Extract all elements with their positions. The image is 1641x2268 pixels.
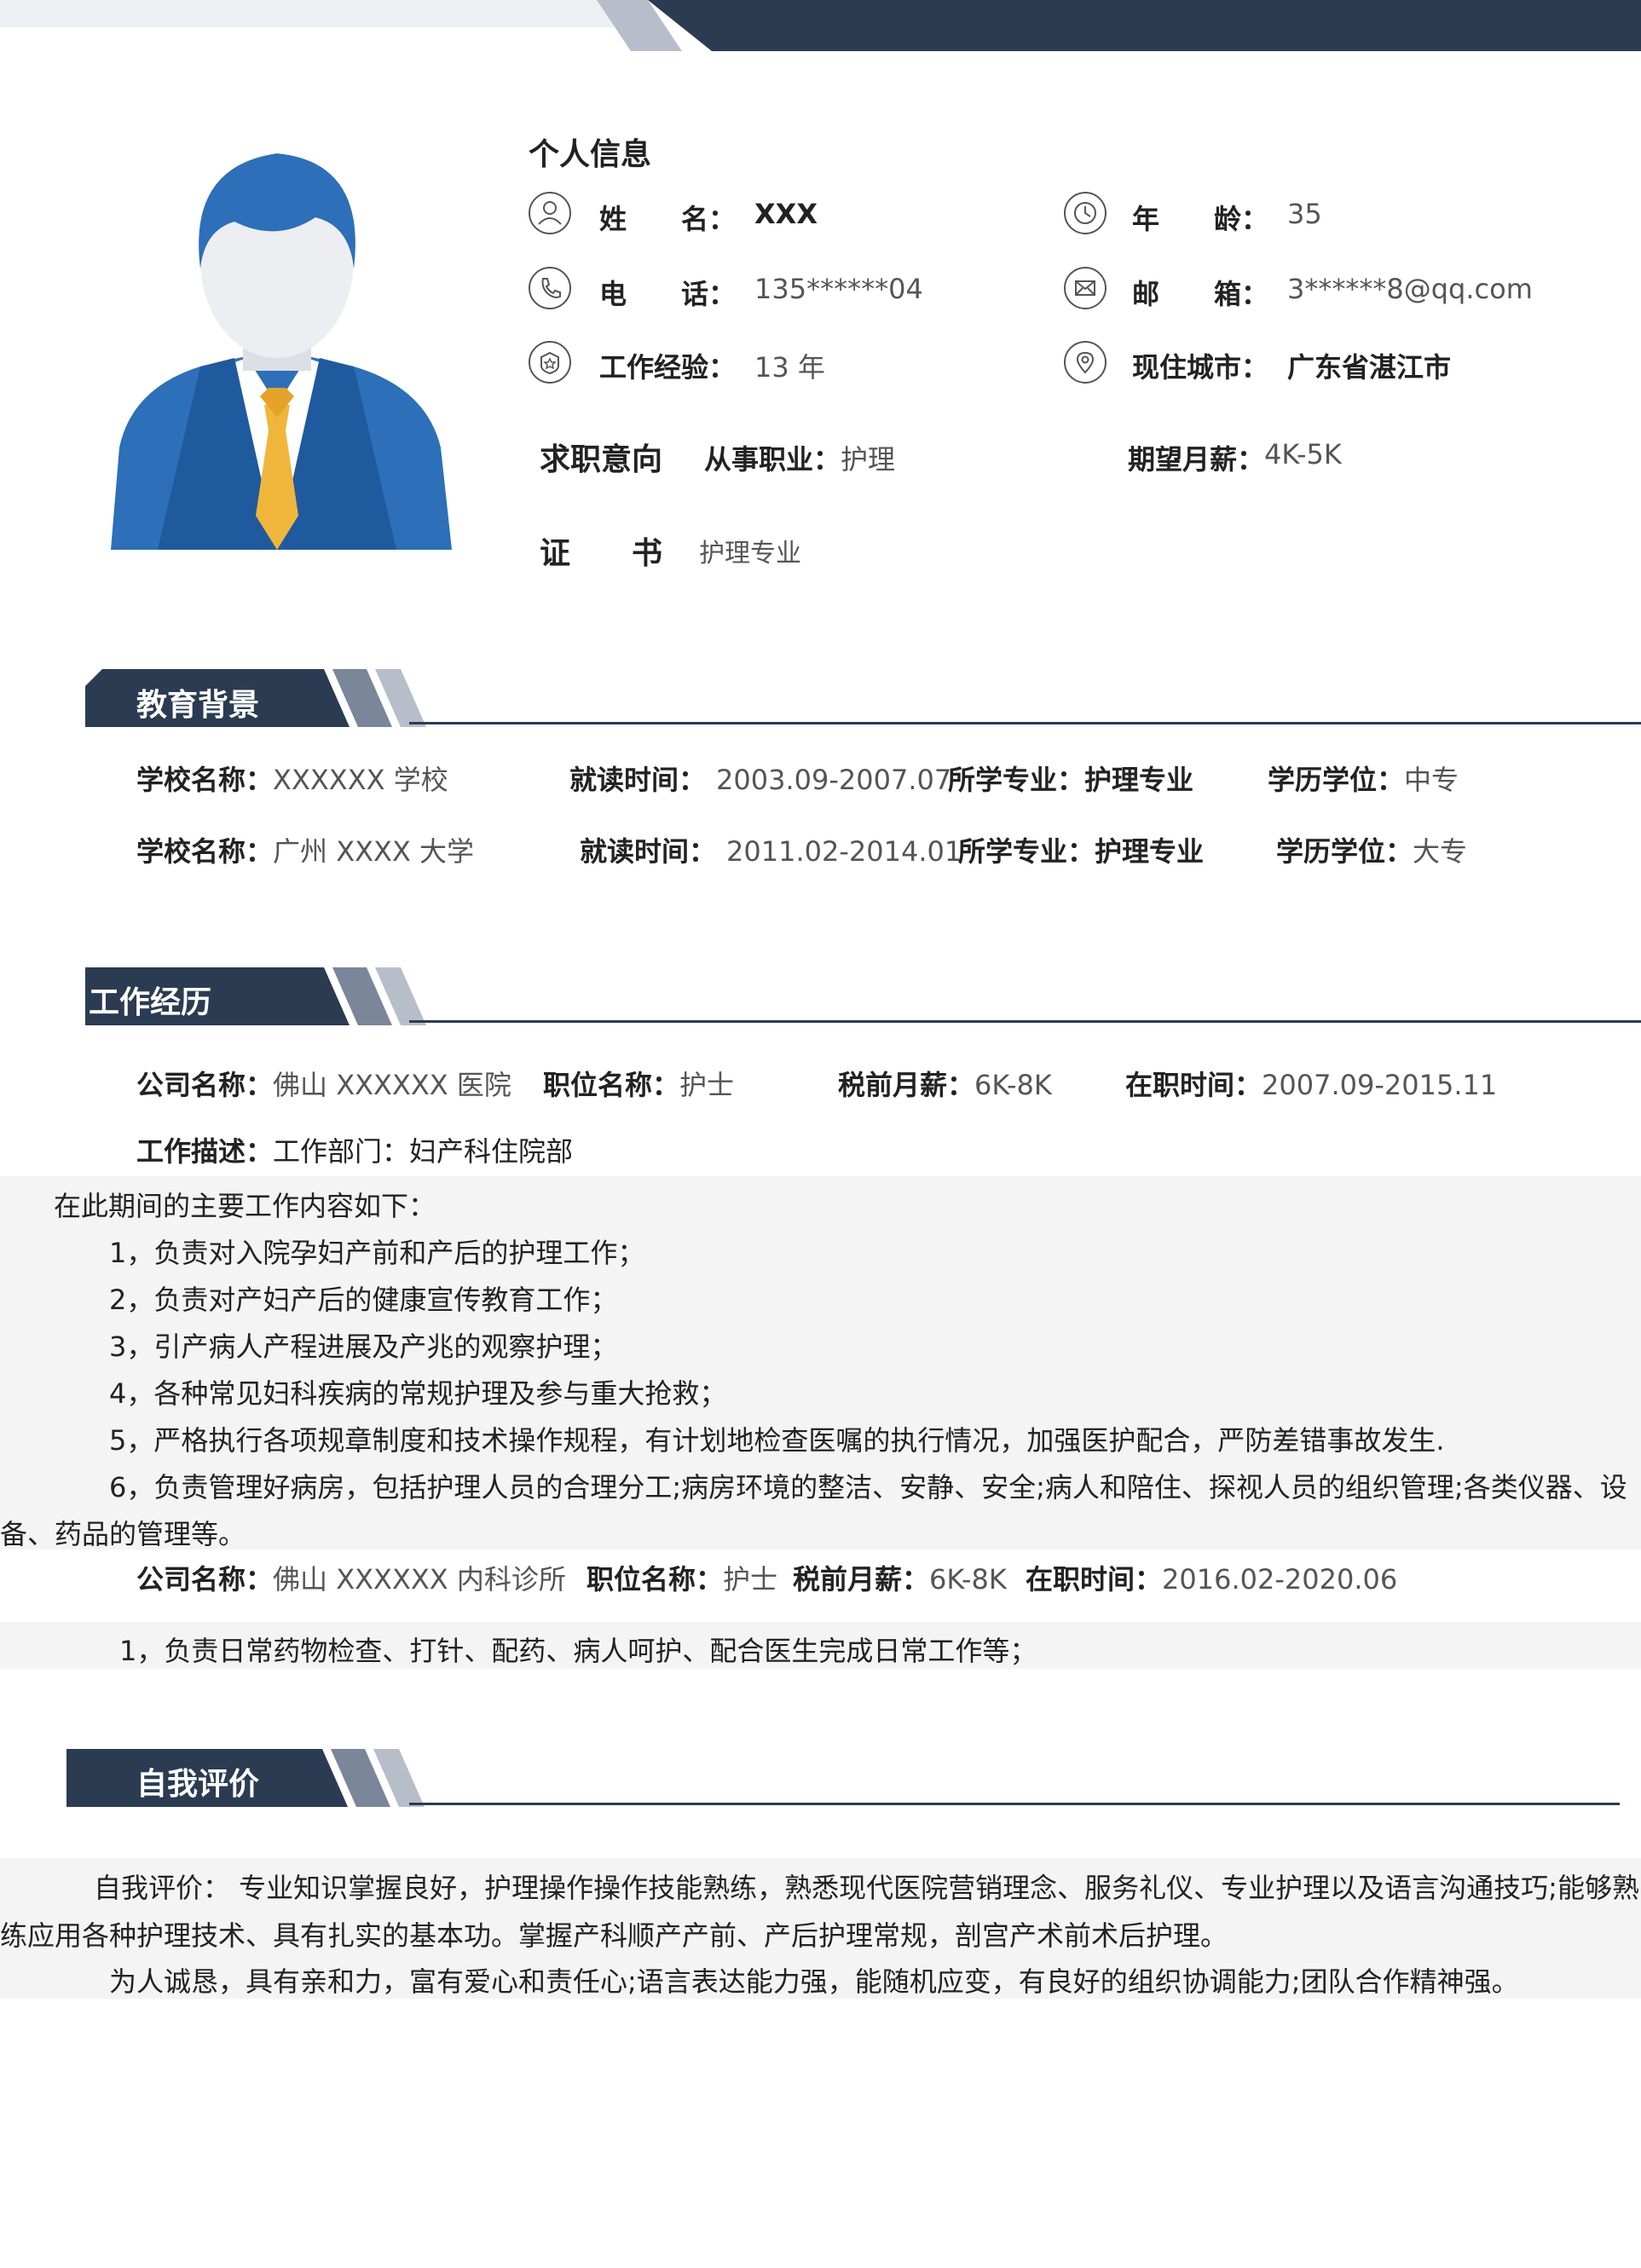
avatar <box>107 149 456 550</box>
degree-value: 大专 <box>1413 835 1468 868</box>
duty-item: 1，负责日常药物检查、打针、配药、病人呵护、配合医生完成日常工作等； <box>119 1635 1037 1667</box>
self-line: 自我评价： 专业知识掌握良好，护理操作操作技能熟练，熟悉现代医院营销理念、服务礼… <box>94 1872 1639 1904</box>
company-value: 佛山 XXXXXX 医院 <box>273 1069 511 1101</box>
self-divider <box>409 1803 1620 1805</box>
company-value: 佛山 XXXXXX 内科诊所 <box>273 1563 566 1596</box>
location-icon <box>1064 341 1107 384</box>
salary-value: 6K-8K <box>974 1069 1052 1101</box>
job-description: 工作描述：工作部门：妇产科住院部 <box>136 1130 573 1169</box>
user-icon <box>529 192 571 234</box>
tenure-label: 在职时间： <box>1125 1069 1263 1101</box>
company-label: 公司名称： <box>136 1069 274 1101</box>
email-label: 邮 箱： <box>1132 278 1269 310</box>
work-divider <box>409 1020 1641 1023</box>
duty-item: 3，引产病人产程进展及产兆的观察护理； <box>109 1330 618 1363</box>
expected-salary-label: 期望月薪： <box>1128 443 1265 476</box>
study-degree: 学历学位：中专 <box>1268 759 1459 798</box>
top-banner <box>0 0 1641 51</box>
duty-item: 2，负责对产妇产后的健康宣传教育工作； <box>109 1284 618 1316</box>
duties-intro: 在此期间的主要工作内容如下： <box>54 1190 436 1222</box>
duty-item: 4，各种常见妇科疾病的常规护理及参与重大抢救； <box>109 1377 727 1410</box>
duty-item-continued: 备、药品的管理等。 <box>0 1518 246 1550</box>
major-value: 护理专业 <box>1095 835 1205 868</box>
clock-icon <box>1064 192 1107 234</box>
city-label: 现住城市： <box>1132 351 1269 384</box>
intent-label: 求职意向 <box>540 442 663 477</box>
personal-heading: 个人信息 <box>529 137 652 172</box>
duty-item: 1，负责对入院孕妇产前和产后的护理工作； <box>109 1237 645 1269</box>
education-heading: 教育背景 <box>136 688 260 723</box>
description-value: 工作部门：妇产科住院部 <box>273 1135 574 1168</box>
company-field: 公司名称：佛山 XXXXXX 内科诊所 <box>136 1558 566 1597</box>
job-value: 护理 <box>841 443 896 476</box>
experience-label: 工作经验： <box>599 351 737 384</box>
expected-salary-value: 4K-5K <box>1264 438 1342 470</box>
degree-label: 学历学位： <box>1268 764 1405 796</box>
job-label: 从事职业： <box>704 443 841 476</box>
degree-value: 中专 <box>1404 764 1459 796</box>
position-value: 护士 <box>723 1563 778 1596</box>
position-value: 护士 <box>679 1069 735 1101</box>
position-label: 职位名称： <box>543 1069 680 1101</box>
self-line: 练应用各种护理技术、具有扎实的基本功。掌握产科顺产产前、产后护理常规，剖宫产术前… <box>0 1919 1228 1952</box>
study-major: 所学专业：护理专业 <box>958 830 1204 869</box>
self-line: 为人诚恳，具有亲和力，富有爱心和责任心;语言表达能力强，能随机应变，有良好的组织… <box>109 1965 1519 1998</box>
study-major: 所学专业：护理专业 <box>948 759 1193 798</box>
period-value: 2011.02-2014.01 <box>726 835 962 868</box>
company-field: 公司名称：佛山 XXXXXX 医院 <box>136 1064 511 1103</box>
mail-icon <box>1064 267 1107 309</box>
salary-value: 6K-8K <box>929 1563 1007 1596</box>
study-degree: 学历学位：大专 <box>1276 830 1467 869</box>
certificate-value: 护理专业 <box>699 539 801 568</box>
period-value: 2003.09-2007.07 <box>716 764 952 796</box>
position-field: 职位名称：护士 <box>586 1558 777 1597</box>
school-label: 学校名称： <box>136 835 274 868</box>
name-label: 姓 名： <box>599 203 737 235</box>
position-label: 职位名称： <box>586 1563 724 1596</box>
education-row: 学校名称：广州 XXXX 大学 <box>136 830 474 869</box>
period-label: 就读时间： <box>580 835 717 868</box>
age-label: 年 龄： <box>1132 203 1269 235</box>
salary-field: 税前月薪：6K-8K <box>793 1558 1007 1597</box>
position-field: 职位名称：护士 <box>543 1064 734 1103</box>
phone-label: 电 话： <box>599 278 737 310</box>
duty-item: 5，严格执行各项规章制度和技术操作规程，有计划地检查医嘱的执行情况，加强医护配合… <box>109 1424 1445 1457</box>
tenure-value: 2016.02-2020.06 <box>1162 1563 1398 1596</box>
education-row: 学校名称：XXXXXX 学校 <box>136 759 448 798</box>
tenure-value: 2007.09-2015.11 <box>1262 1069 1498 1101</box>
study-period: 就读时间： 2003.09-2007.07 <box>569 759 951 798</box>
salary-label: 税前月薪： <box>838 1069 975 1101</box>
study-period: 就读时间： 2011.02-2014.01 <box>580 830 962 869</box>
school-value: 广州 XXXX 大学 <box>273 835 475 868</box>
duty-item: 6，负责管理好病房，包括护理人员的合理分工;病房环境的整洁、安静、安全;病人和陪… <box>109 1471 1627 1503</box>
self-heading: 自我评价 <box>136 1767 260 1802</box>
phone-icon <box>529 267 571 309</box>
period-label: 就读时间： <box>569 764 707 796</box>
salary-label: 税前月薪： <box>793 1563 930 1596</box>
work-heading: 工作经历 <box>89 985 212 1020</box>
education-divider <box>409 722 1641 724</box>
description-label: 工作描述： <box>136 1135 274 1168</box>
tenure-field: 在职时间：2016.02-2020.06 <box>1026 1558 1397 1597</box>
phone-value: 135******04 <box>754 273 923 305</box>
email-value: 3******8@qq.com <box>1287 273 1533 305</box>
school-label: 学校名称： <box>136 764 274 796</box>
name-value: XXX <box>754 198 818 230</box>
school-value: XXXXXX 学校 <box>273 764 448 796</box>
salary-field: 税前月薪：6K-8K <box>838 1064 1052 1103</box>
major-value: 护理专业 <box>1084 764 1194 796</box>
certificate-label: 证 书 <box>540 536 663 571</box>
experience-value: 13 年 <box>754 351 825 384</box>
major-label: 所学专业： <box>948 764 1085 796</box>
company-label: 公司名称： <box>136 1563 274 1596</box>
age-value: 35 <box>1287 198 1322 230</box>
major-label: 所学专业： <box>958 835 1095 868</box>
city-value: 广东省湛江市 <box>1287 351 1452 384</box>
tenure-label: 在职时间： <box>1026 1563 1163 1596</box>
badge-icon <box>529 341 571 384</box>
degree-label: 学历学位： <box>1276 835 1413 868</box>
tenure-field: 在职时间：2007.09-2015.11 <box>1125 1064 1497 1103</box>
